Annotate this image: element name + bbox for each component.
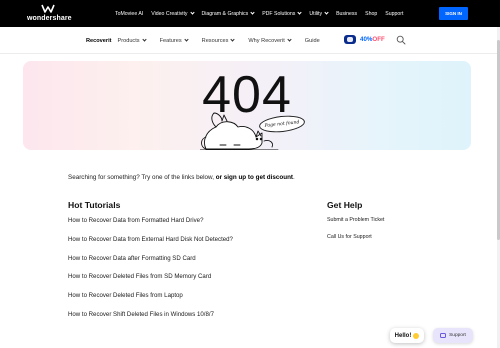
nav-utility[interactable]: Utility xyxy=(309,10,329,17)
nav-support[interactable]: Support xyxy=(385,11,403,17)
tutorial-link[interactable]: How to Recover Deleted Files from SD Mem… xyxy=(68,273,233,292)
smiley-icon xyxy=(413,332,420,339)
chevron-down-icon xyxy=(250,10,255,15)
get-help-title: Get Help xyxy=(327,200,363,210)
hello-chat-widget[interactable]: Hello! xyxy=(390,328,424,343)
nav-diagram-graphics[interactable]: Diagram & Graphics xyxy=(202,10,255,17)
chevron-down-icon xyxy=(141,37,147,42)
page: wondershare ToMoviee AI Video Creativity… xyxy=(0,0,500,348)
product-home-link[interactable]: Recoverit xyxy=(86,38,112,44)
chat-icon xyxy=(440,333,447,338)
nav-shop[interactable]: Shop xyxy=(365,11,377,17)
tutorial-link[interactable]: How to Recover Data from Formatted Hard … xyxy=(68,217,233,236)
hot-tutorials-title: Hot Tutorials xyxy=(68,200,121,210)
error-hero: 404 Page not found xyxy=(23,61,471,150)
nav-video-creativity[interactable]: Video Creativity xyxy=(151,10,195,17)
chevron-down-icon xyxy=(184,37,189,42)
brand-name: wondershare xyxy=(27,15,72,22)
sign-in-button[interactable]: SIGN IN xyxy=(439,7,468,20)
discount-promo-badge[interactable]: 40% OFF xyxy=(344,35,385,44)
chevron-down-icon xyxy=(297,10,302,15)
wondershare-logo[interactable]: wondershare xyxy=(27,3,87,25)
nav-tomoviee-ai[interactable]: ToMoviee AI xyxy=(115,11,143,17)
nav-pdf-solutions[interactable]: PDF Solutions xyxy=(262,10,302,17)
global-nav: ToMoviee AI Video Creativity Diagram & G… xyxy=(115,0,411,27)
tutorial-link[interactable]: How to Recover Data after Formatting SD … xyxy=(68,255,233,274)
chevron-down-icon xyxy=(287,37,292,42)
product-nav-resources[interactable]: Resources xyxy=(202,37,236,44)
gift-icon xyxy=(344,35,356,44)
call-support-link[interactable]: Call Us for Support xyxy=(327,234,384,251)
chevron-down-icon xyxy=(230,37,236,42)
support-chat-button[interactable]: Support xyxy=(433,328,473,343)
product-nav: Recoverit Products Features Resources Wh… xyxy=(86,27,320,54)
product-nav-features[interactable]: Features xyxy=(160,37,189,44)
product-nav-why-recoverit[interactable]: Why Recoverit xyxy=(248,37,292,44)
nav-business[interactable]: Business xyxy=(336,11,357,17)
product-nav-products[interactable]: Products xyxy=(118,37,147,44)
tutorial-link[interactable]: How to Recover Shift Deleted Files in Wi… xyxy=(68,311,233,330)
tutorial-link[interactable]: How to Recover Deleted Files from Laptop xyxy=(68,292,233,311)
tutorial-link[interactable]: How to Recover Data from External Hard D… xyxy=(68,236,233,255)
product-navbar: Recoverit Products Features Resources Wh… xyxy=(0,27,500,54)
signup-discount-link[interactable]: or sign up to get discount xyxy=(216,174,293,181)
search-icon[interactable] xyxy=(396,35,406,45)
promo-off: OFF xyxy=(372,36,385,43)
tutorials-list: How to Recover Data from Formatted Hard … xyxy=(68,217,233,330)
submit-ticket-link[interactable]: Submit a Problem Ticket xyxy=(327,217,384,234)
global-topbar: wondershare ToMoviee AI Video Creativity… xyxy=(0,0,500,27)
promo-percent: 40% xyxy=(360,36,373,43)
help-list: Submit a Problem Ticket Call Us for Supp… xyxy=(327,217,384,251)
chevron-down-icon xyxy=(189,10,195,15)
wondershare-mark-icon xyxy=(41,4,55,13)
product-nav-guide[interactable]: Guide xyxy=(305,38,320,44)
search-hint: Searching for something? Try one of the … xyxy=(68,174,295,181)
chevron-down-icon xyxy=(324,10,329,15)
